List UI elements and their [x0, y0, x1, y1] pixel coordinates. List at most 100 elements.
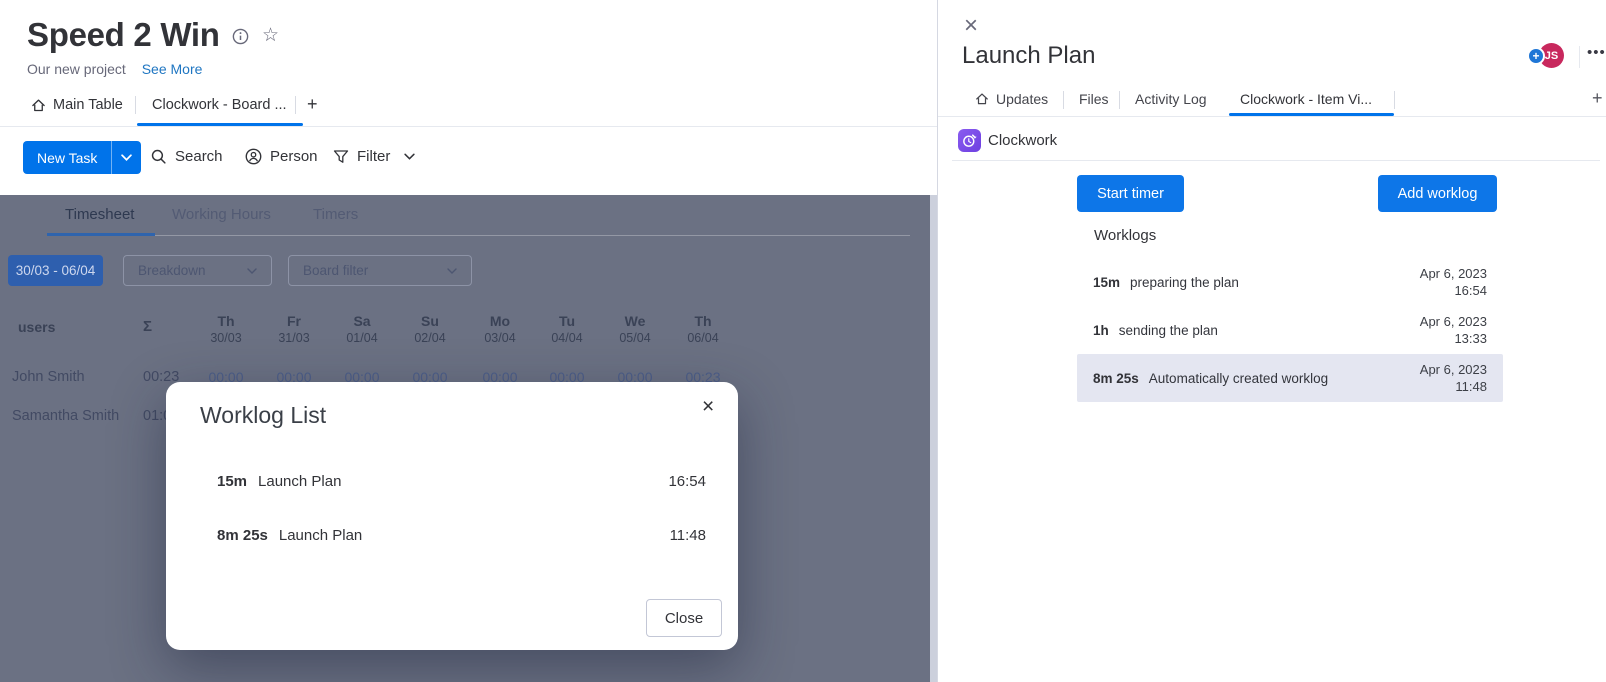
worklog-description: Automatically created worklog [1149, 371, 1328, 386]
day-column-header: Sa01/04 [328, 313, 396, 345]
add-view-button[interactable]: + [307, 94, 318, 115]
worklogs-heading: Worklogs [1094, 227, 1156, 244]
worklog-time: 11:48 [670, 527, 706, 544]
tab-separator [1119, 91, 1120, 109]
worklog-datetime: Apr 6, 2023 11:48 [1420, 361, 1487, 395]
clockwork-app-icon [958, 129, 981, 152]
tab-files-label: Files [1079, 91, 1109, 107]
worklog-duration: 15m [217, 473, 247, 490]
search-button[interactable]: Search [150, 148, 223, 165]
tab-updates-label: Updates [996, 91, 1048, 107]
worklog-row[interactable]: 15m preparing the plan Apr 6, 2023 16:54 [1077, 258, 1503, 306]
worklog-task: Launch Plan [258, 473, 341, 490]
app-window: Speed 2 Win ☆ Our new project See More M… [0, 0, 1606, 682]
worklog-row[interactable]: 1h sending the plan Apr 6, 2023 13:33 [1077, 306, 1503, 354]
tabbar-divider [0, 126, 937, 127]
tab-working-hours[interactable]: Working Hours [172, 206, 271, 223]
tab-clockwork-item-label: Clockwork - Item Vi... [1240, 91, 1372, 107]
tab-files[interactable]: Files [1079, 91, 1109, 107]
tab-activity-log[interactable]: Activity Log [1135, 91, 1207, 107]
worklog-time: 16:54 [668, 473, 706, 490]
filter-button[interactable]: Filter [333, 148, 415, 165]
chevron-down-icon [447, 268, 457, 274]
new-task-label: New Task [23, 141, 111, 174]
favorite-star-icon[interactable]: ☆ [262, 24, 279, 47]
modal-close-button[interactable]: Close [646, 599, 722, 637]
tab-updates[interactable]: Updates [975, 91, 1048, 107]
modal-title: Worklog List [200, 402, 326, 429]
person-filter-button[interactable]: Person [245, 148, 318, 165]
filter-label: Filter [357, 148, 390, 165]
worklog-duration: 8m 25s [217, 527, 268, 544]
info-icon[interactable] [232, 28, 249, 45]
tab-timesheet[interactable]: Timesheet [65, 206, 134, 223]
board-description: Our new project [27, 61, 126, 77]
worklog-description: sending the plan [1119, 323, 1218, 338]
worklog-date: Apr 6, 2023 [1420, 362, 1487, 377]
home-icon [31, 98, 46, 113]
breakdown-select[interactable]: Breakdown [123, 255, 272, 286]
filter-funnel-icon [333, 149, 349, 165]
panel-close-icon[interactable]: × [964, 14, 978, 38]
worklog-entry[interactable]: 15m Launch Plan 16:54 [166, 470, 738, 492]
tab-main-table[interactable]: Main Table [31, 97, 123, 113]
board-filter-select[interactable]: Board filter [288, 255, 472, 286]
panel-active-tab-underline [1229, 113, 1394, 116]
see-more-link[interactable]: See More [142, 61, 203, 77]
tab-activity-log-label: Activity Log [1135, 91, 1207, 107]
tab-clockwork-item[interactable]: Clockwork - Item Vi... [1240, 91, 1372, 107]
worklog-datetime: Apr 6, 2023 16:54 [1420, 265, 1487, 299]
worklog-duration: 1h [1093, 323, 1109, 338]
worklog-date: Apr 6, 2023 [1420, 314, 1487, 329]
chevron-down-icon [247, 268, 257, 274]
day-column-header: Mo03/04 [466, 313, 534, 345]
new-task-button[interactable]: New Task [23, 141, 141, 174]
users-column-header: users [18, 319, 55, 335]
day-column-header: Su02/04 [396, 313, 464, 345]
chevron-down-icon [404, 153, 415, 160]
worklog-list-modal: Worklog List × 15m Launch Plan 16:54 8m … [166, 382, 738, 650]
user-row-name: Samantha Smith [12, 408, 119, 424]
person-label: Person [270, 148, 318, 165]
search-icon [150, 148, 167, 165]
day-column-header: Fr31/03 [260, 313, 328, 345]
add-worklog-button[interactable]: Add worklog [1378, 175, 1497, 212]
timesheet-active-underline [47, 233, 155, 236]
clockwork-app-name: Clockwork [988, 132, 1057, 149]
day-column-header: Tu04/04 [533, 313, 601, 345]
tab-separator [135, 96, 136, 114]
board-title: Speed 2 Win [27, 16, 220, 54]
day-column-header: Th30/03 [192, 313, 260, 345]
search-label: Search [175, 148, 223, 165]
worklog-entry[interactable]: 8m 25s Launch Plan 11:48 [166, 524, 738, 546]
start-timer-button[interactable]: Start timer [1077, 175, 1184, 212]
tab-clockwork-board[interactable]: Clockwork - Board ... [152, 97, 287, 113]
worklog-datetime: Apr 6, 2023 13:33 [1420, 313, 1487, 347]
item-detail-panel: × Launch Plan JS + ••• Updates Files Act… [937, 0, 1606, 682]
modal-close-icon[interactable]: × [702, 395, 714, 419]
add-view-button[interactable]: + [1592, 88, 1603, 109]
date-range-button[interactable]: 30/03 - 06/04 [8, 255, 103, 286]
breakdown-select-value: Breakdown [138, 263, 206, 278]
tab-clockwork-board-label: Clockwork - Board ... [152, 97, 287, 113]
worklog-time: 11:48 [1455, 379, 1487, 394]
tab-separator [1063, 91, 1064, 109]
timesheet-tabs-divider [47, 235, 910, 236]
tab-separator [295, 96, 296, 114]
tab-main-table-label: Main Table [53, 97, 123, 113]
more-options-icon[interactable]: ••• [1587, 44, 1606, 61]
new-task-dropdown[interactable] [111, 141, 141, 174]
sum-column-header: Σ [143, 318, 152, 335]
worklog-row-highlighted[interactable]: 8m 25s Automatically created worklog Apr… [1077, 354, 1503, 402]
item-title: Launch Plan [962, 42, 1095, 70]
home-icon [975, 92, 989, 106]
day-column-header: We05/04 [601, 313, 669, 345]
clockwork-divider [952, 160, 1600, 161]
worklog-duration: 8m 25s [1093, 371, 1139, 386]
tab-timers[interactable]: Timers [313, 206, 358, 223]
add-assignee-badge[interactable]: + [1527, 47, 1545, 65]
worklog-time: 16:54 [1454, 283, 1487, 298]
page-scrollbar-strip[interactable] [930, 195, 937, 682]
person-icon [245, 148, 262, 165]
board-subtitle-row: Our new project See More [27, 61, 202, 77]
